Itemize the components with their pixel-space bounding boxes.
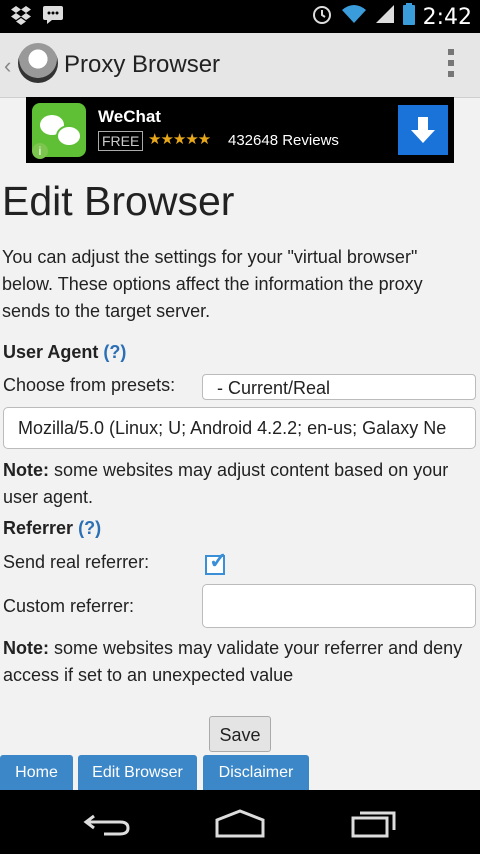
referrer-help-link[interactable]: ? [84,518,95,538]
save-button[interactable]: Save [209,716,271,752]
overflow-menu-icon[interactable] [448,49,454,77]
presets-select[interactable]: - Current/Real [202,374,476,400]
user-agent-input[interactable]: Mozilla/5.0 (Linux; U; Android 4.2.2; en… [3,407,476,449]
intro-text: You can adjust the settings for your "vi… [2,247,423,321]
page-title: Edit Browser [2,178,235,224]
checkmark-icon: ✓ [209,548,228,573]
dropbox-icon [10,5,32,31]
edit-browser-link[interactable]: Edit Browser [78,755,197,790]
bbm-icon [42,5,64,31]
ad-info-icon[interactable]: i [32,143,48,159]
signal-icon [375,4,395,30]
send-real-referrer-label: Send real referrer: [3,552,150,572]
alarm-icon [311,3,333,31]
ad-reviews-count: 432648 Reviews [228,132,339,149]
back-icon[interactable] [82,808,132,843]
ad-app-name: WeChat [98,107,161,126]
download-arrow-icon[interactable] [398,105,448,155]
wifi-icon [341,4,367,30]
presets-label: Choose from presets: [3,375,176,395]
recent-apps-icon[interactable] [350,808,398,843]
custom-referrer-label: Custom referrer: [3,596,135,616]
user-agent-help-link[interactable]: ? [109,342,120,362]
app-title: Proxy Browser [64,51,221,78]
ad-rating-stars: ★★★★★ [148,131,211,148]
ad-price-badge: FREE [98,131,144,151]
up-caret-icon[interactable]: ‹ [4,53,11,79]
battery-icon [402,3,415,31]
status-bar: 2:42 [0,0,480,33]
referrer-note: Note: some websites may validate your re… [3,638,463,685]
app-logo-icon[interactable] [18,43,58,83]
custom-referrer-input[interactable] [202,584,476,628]
user-agent-note: Note: some websites may adjust content b… [3,460,449,507]
referrer-label: Referrer (?) [3,518,102,538]
ad-banner[interactable]: i WeChat FREE ★★★★★ 432648 Reviews [26,97,454,163]
user-agent-label: User Agent (?) [3,342,127,362]
home-link[interactable]: Home [0,755,73,790]
disclaimer-link[interactable]: Disclaimer [203,755,309,790]
send-real-referrer-checkbox[interactable]: ✓ [205,548,227,575]
system-nav-bar [0,790,480,854]
status-clock: 2:42 [422,4,472,30]
home-icon[interactable] [214,808,266,843]
action-bar: ‹ Proxy Browser [0,33,480,98]
